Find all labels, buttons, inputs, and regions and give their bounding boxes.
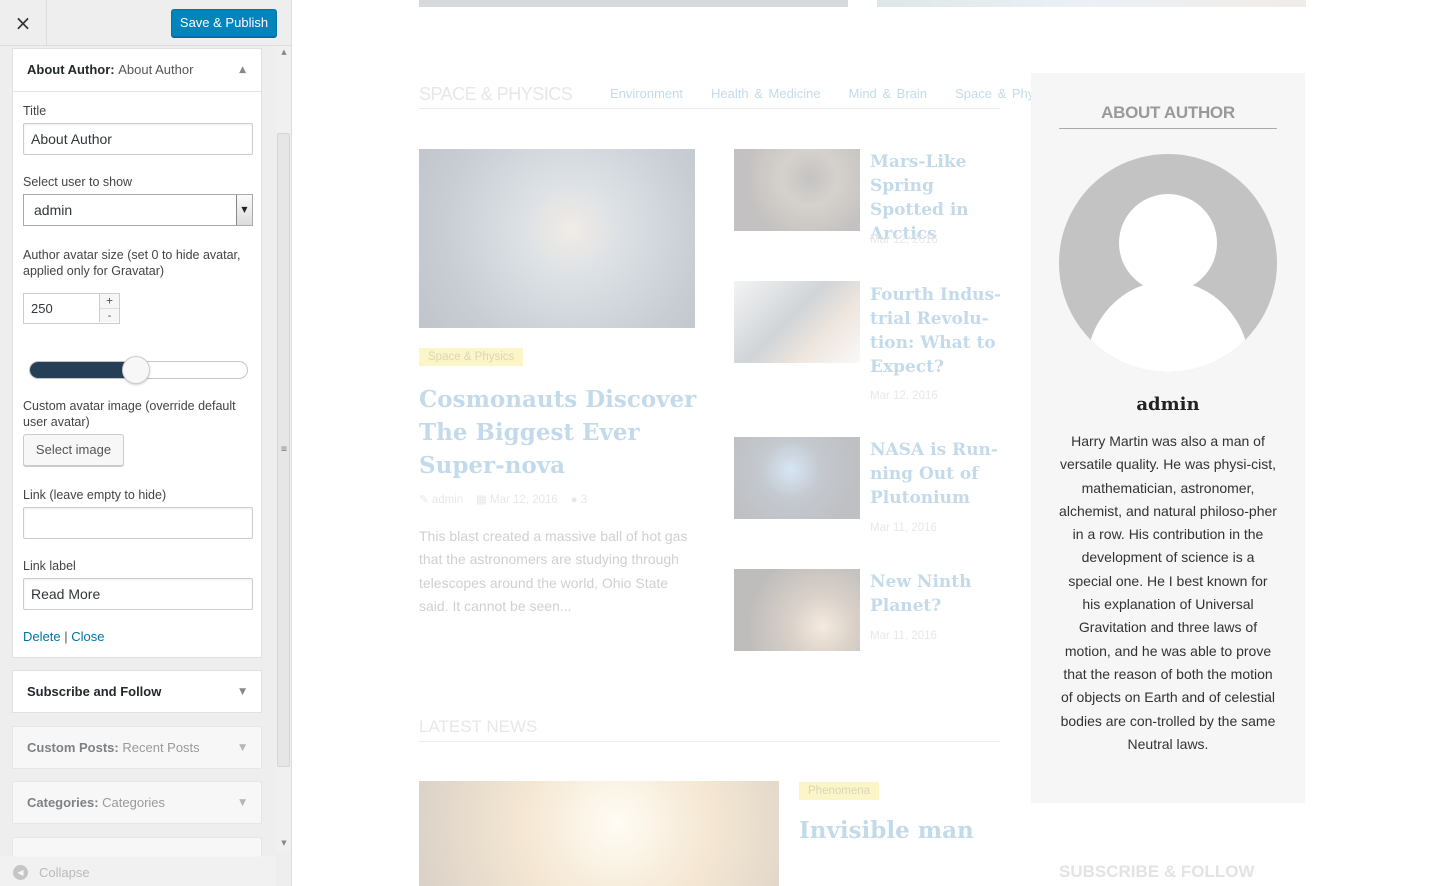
latest-post-image[interactable] [419,781,779,886]
slider-fill [30,362,137,378]
latest-news-title: LATEST NEWS [419,717,538,736]
side-post-image[interactable] [734,149,860,231]
about-author-preview: ABOUT AUTHOR admin Harry Martin was also… [1031,73,1305,803]
calendar-icon: ▦ [475,494,487,506]
close-icon[interactable]: × [0,0,47,46]
minus-icon[interactable]: - [99,308,119,322]
customizer-panel: × Save & Publish About Author: About Aut… [0,0,292,886]
author-name: admin [1136,394,1200,415]
link-label-label: Link label [23,559,76,573]
title-field[interactable]: About Author [23,123,253,155]
category-tabs: Environment Health & Medicine Mind & Bra… [610,86,1057,101]
custom-avatar-label: Custom avatar image (override default us… [23,399,236,429]
chevron-down-icon[interactable]: ▼ [236,195,252,225]
widget-title: Custom Posts: [27,740,119,755]
side-post-image[interactable] [734,569,860,651]
select-image-button[interactable]: Select image [23,434,124,466]
partial-widget[interactable] [12,837,262,857]
widget-header: Custom Posts: Recent Posts ▼ [13,727,261,769]
side-post-date: Mar 11, 2016 [870,522,937,534]
caret-down-icon: ▼ [239,743,246,753]
caret-down-icon: ▼ [239,798,246,808]
subscribe-follow-widget[interactable]: Subscribe and Follow ▼ [12,670,262,713]
side-post-image[interactable] [734,281,860,363]
widget-title: Subscribe and Follow [27,684,162,699]
side-post-title[interactable]: New Ninth Planet? [870,570,1002,618]
post-date: Mar 12, 2016 [490,494,558,506]
scroll-down-icon[interactable]: ▼ [277,839,291,847]
top-image-right [877,0,1306,7]
separator: | [64,629,68,644]
link-label: Link (leave empty to hide) [23,488,167,502]
save-publish-button[interactable]: Save & Publish [171,9,277,37]
categories-widget[interactable]: Categories: Categories ▼ [12,781,262,824]
main-post-tag[interactable]: Space & Physics [419,348,524,366]
avatar-size-label: Author avatar size (set 0 to hide avatar… [23,248,241,278]
heading-underline [1059,128,1277,129]
side-post-date: Mar 12, 2016 [870,234,938,246]
widget-header: Categories: Categories ▼ [13,782,261,824]
latest-post-tag[interactable]: Phenomena [799,782,880,800]
close-link[interactable]: Close [71,629,104,644]
widget-subtitle: Recent Posts [122,740,200,755]
collapse-button[interactable]: ◀ Collapse [0,856,276,886]
delete-link[interactable]: Delete [23,629,61,644]
section-title: SPACE & PHYSICS [419,84,573,104]
widget-subtitle: About Author [118,62,194,77]
plus-icon[interactable]: + [99,294,119,308]
latest-post-title[interactable]: Invisible man [799,816,974,846]
side-post-date: Mar 11, 2016 [870,630,937,642]
avatar-size-stepper[interactable]: 250 + - [23,293,120,324]
link-field[interactable] [23,507,253,539]
post-author[interactable]: admin [432,494,463,506]
title-label: Title [23,104,47,118]
widget-title: Categories: [27,795,99,810]
pencil-icon: ✎ [419,494,429,506]
caret-down-icon: ▼ [239,687,246,697]
tab-mind-brain[interactable]: Mind & Brain [849,86,927,101]
side-post-title[interactable]: Fourth Indus-trial Revolu-tion: What to … [870,283,1002,379]
side-post-date: Mar 12, 2016 [870,390,938,402]
avatar-icon [1059,154,1277,372]
widget-subtitle: Categories [102,795,166,810]
about-author-heading: ABOUT AUTHOR [1101,103,1235,122]
next-widget-heading: SUBSCRIBE & FOLLOW [1059,862,1255,881]
tab-health-medicine[interactable]: Health & Medicine [711,86,821,101]
divider [419,108,1000,109]
about-author-widget-header[interactable]: About Author: About Author ▲ [13,49,261,92]
side-post-image[interactable] [734,437,860,519]
selected-user: admin [34,202,73,218]
side-post-title[interactable]: Mars-Like Spring Spotted in Arctics [870,150,1002,246]
collapse-label: Collapse [39,865,90,880]
caret-up-icon: ▲ [239,65,246,75]
about-author-widget: About Author: About Author ▲ Title About… [12,48,262,658]
widget-actions: Delete | Close [23,629,104,644]
main-post-title[interactable]: Cosmonauts Discover The Biggest Ever Sup… [419,383,699,482]
post-comments[interactable]: 3 [581,494,587,506]
main-post-meta: ✎ admin ▦ Mar 12, 2016 ● 3 [419,492,587,506]
widget-header: Subscribe and Follow ▼ [13,671,261,713]
comment-icon: ● [570,494,578,506]
tab-environment[interactable]: Environment [610,86,683,101]
widget-title: About Author: [27,62,115,77]
site-preview: SPACE & PHYSICS Environment Health & Med… [293,0,1433,886]
select-user-label: Select user to show [23,175,133,189]
custom-posts-widget[interactable]: Custom Posts: Recent Posts ▼ [12,726,262,769]
grip-icon: ≡ [280,444,288,455]
select-user-dropdown[interactable]: admin ▼ [23,194,253,226]
scroll-up-icon[interactable]: ▲ [277,48,291,56]
slider-handle[interactable] [122,356,151,384]
avatar-size-value: 250 [31,301,53,316]
customizer-header: × Save & Publish [0,0,291,46]
side-post-title[interactable]: NASA is Run-ning Out of Plutonium [870,438,1002,510]
collapse-icon: ◀ [13,865,28,880]
divider [419,741,1000,742]
main-post-excerpt: This blast created a massive ball of hot… [419,528,688,614]
top-image-left [419,0,848,7]
main-post-image[interactable] [419,149,695,328]
author-bio: Harry Martin was also a man of versatile… [1059,433,1277,752]
link-label-field[interactable]: Read More [23,578,253,610]
